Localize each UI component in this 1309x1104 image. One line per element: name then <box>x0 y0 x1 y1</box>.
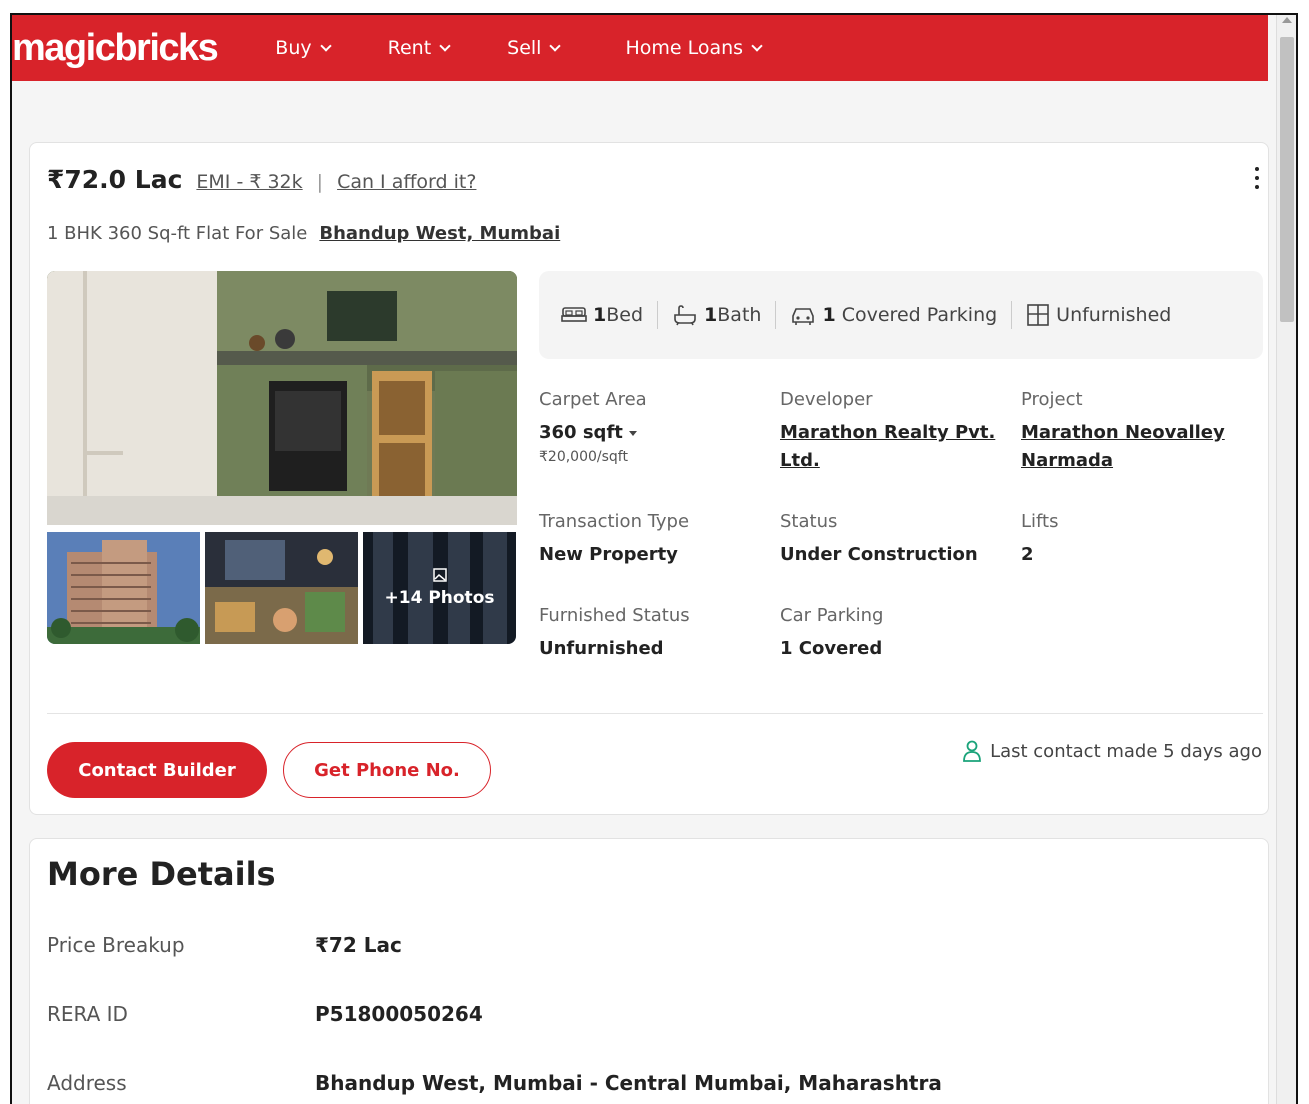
detail-furnished-status: Furnished Status Unfurnished <box>539 605 769 663</box>
price-row: ₹72.0 Lac EMI - ₹ 32k | Can I afford it? <box>47 165 476 194</box>
gallery-icon <box>432 568 447 582</box>
listing-title: 1 BHK 360 Sq-ft Flat For Sale <box>47 223 308 244</box>
price-breakup-row: Price Breakup ₹72 Lac <box>47 933 402 957</box>
detail-carpet-area: Carpet Area 360 sqft ₹20,000/sqft <box>539 389 769 465</box>
address-row: Address Bhandup West, Mumbai - Central M… <box>47 1071 942 1095</box>
car-icon <box>792 308 815 325</box>
furnishing-icon <box>1027 304 1049 326</box>
carpet-area-label: Carpet Area <box>539 389 647 410</box>
bath-label: Bath <box>717 304 762 326</box>
emi-link[interactable]: EMI - ₹ 32k <box>196 171 302 193</box>
project-link[interactable]: Marathon Neovalley Narmada <box>1021 419 1251 475</box>
transaction-type-label: Transaction Type <box>539 511 690 532</box>
address-value: Bhandup West, Mumbai - Central Mumbai, M… <box>315 1071 942 1095</box>
chevron-down-icon <box>549 39 562 52</box>
location-link[interactable]: Bhandup West, Mumbai <box>319 223 560 244</box>
screen-left-margin <box>0 0 10 1104</box>
top-nav-bar: magicbricks Buy Rent Sell Home Loans <box>12 15 1268 81</box>
nav-rent-label: Rent <box>387 37 432 59</box>
nav-buy[interactable]: Buy <box>275 37 332 59</box>
address-label: Address <box>47 1071 127 1095</box>
separator: | <box>316 171 324 193</box>
divider <box>47 713 1263 714</box>
scroll-up-arrow-icon[interactable] <box>1282 17 1292 23</box>
status-value: Under Construction <box>780 544 978 565</box>
screen-top-margin <box>0 0 1309 13</box>
bath-count: 1 <box>704 304 718 326</box>
screen-right-margin <box>1298 0 1309 1104</box>
last-contact-text: Last contact made 5 days ago <box>990 740 1262 762</box>
detail-developer: Developer Marathon Realty Pvt. Ltd. <box>780 389 1010 475</box>
afford-link[interactable]: Can I afford it? <box>337 171 476 193</box>
chevron-down-icon <box>319 39 332 52</box>
listing-subtitle: 1 BHK 360 Sq-ft Flat For Sale Bhandup We… <box>47 223 560 244</box>
nav-home-loans-label: Home Loans <box>625 37 744 59</box>
main-property-photo[interactable] <box>47 271 517 525</box>
chevron-down-icon <box>439 39 451 52</box>
lifts-value: 2 <box>1021 544 1034 565</box>
rera-id-value: P51800050264 <box>315 1002 483 1026</box>
detail-car-parking: Car Parking 1 Covered <box>780 605 1010 663</box>
property-listing-card: ₹72.0 Lac EMI - ₹ 32k | Can I afford it?… <box>29 142 1269 815</box>
rera-id-row: RERA ID P51800050264 <box>47 1002 483 1026</box>
bath-icon <box>674 305 696 326</box>
carpet-area-value[interactable]: 360 sqft <box>539 419 769 447</box>
more-details-title: More Details <box>47 855 276 893</box>
bed-count: 1 <box>593 304 607 326</box>
furnished-status-label: Furnished Status <box>539 605 690 626</box>
feature-bath: 1Bath <box>658 301 777 329</box>
rera-id-label: RERA ID <box>47 1002 128 1026</box>
furnishing-label: Unfurnished <box>1056 304 1172 326</box>
last-contact-info: Last contact made 5 days ago <box>962 740 1262 762</box>
car-parking-value: 1 Covered <box>780 638 883 659</box>
transaction-type-value: New Property <box>539 544 678 565</box>
price-breakup-label: Price Breakup <box>47 933 185 957</box>
more-details-card: More Details Price Breakup ₹72 Lac RERA … <box>29 838 1269 1104</box>
nav-home-loans[interactable]: Home Loans <box>625 37 763 59</box>
developer-label: Developer <box>780 389 873 410</box>
property-photo-thumbnail[interactable] <box>205 532 358 644</box>
detail-project: Project Marathon Neovalley Narmada <box>1021 389 1251 475</box>
parking-count: 1 <box>822 304 836 326</box>
user-icon <box>963 740 981 762</box>
carpet-area-rate: ₹20,000/sqft <box>539 449 628 465</box>
furnished-status-value: Unfurnished <box>539 638 664 659</box>
more-options-icon[interactable] <box>1254 167 1260 189</box>
car-parking-label: Car Parking <box>780 605 884 626</box>
more-photos-overlay: +14 Photos <box>363 532 516 644</box>
browser-viewport: magicbricks Buy Rent Sell Home Loans ₹72… <box>10 13 1298 1104</box>
detail-transaction-type: Transaction Type New Property <box>539 511 769 569</box>
price-breakup-value: ₹72 Lac <box>315 933 402 957</box>
nav-sell-label: Sell <box>507 37 542 59</box>
caret-down-icon <box>628 430 637 436</box>
vertical-scrollbar[interactable] <box>1276 15 1296 1104</box>
feature-bed: 1Bed <box>547 301 659 329</box>
more-photos-label: +14 Photos <box>384 588 495 608</box>
nav-sell[interactable]: Sell <box>507 37 562 59</box>
detail-lifts: Lifts 2 <box>1021 511 1251 569</box>
contact-builder-button[interactable]: Contact Builder <box>47 742 267 798</box>
nav-rent[interactable]: Rent <box>387 37 451 59</box>
property-photo-thumbnail[interactable] <box>47 532 200 644</box>
property-price: ₹72.0 Lac <box>47 165 183 194</box>
bed-icon <box>561 307 587 322</box>
parking-label: Covered Parking <box>841 304 998 326</box>
get-phone-button[interactable]: Get Phone No. <box>283 742 491 798</box>
more-photos-tile[interactable]: +14 Photos <box>363 532 516 644</box>
status-label: Status <box>780 511 838 532</box>
detail-status: Status Under Construction <box>780 511 1010 569</box>
chevron-down-icon <box>751 39 763 52</box>
nav-buy-label: Buy <box>275 37 312 59</box>
bed-label: Bed <box>606 304 644 326</box>
developer-link[interactable]: Marathon Realty Pvt. Ltd. <box>780 419 1010 475</box>
lifts-label: Lifts <box>1021 511 1059 532</box>
property-features-bar: 1Bed 1Bath 1 Covered Parking Unfurnished <box>539 271 1263 359</box>
feature-parking: 1 Covered Parking <box>776 301 1013 329</box>
scrollbar-thumb[interactable] <box>1280 37 1294 322</box>
feature-furnishing: Unfurnished <box>1012 301 1185 329</box>
project-label: Project <box>1021 389 1083 410</box>
magicbricks-logo[interactable]: magicbricks <box>12 27 219 70</box>
